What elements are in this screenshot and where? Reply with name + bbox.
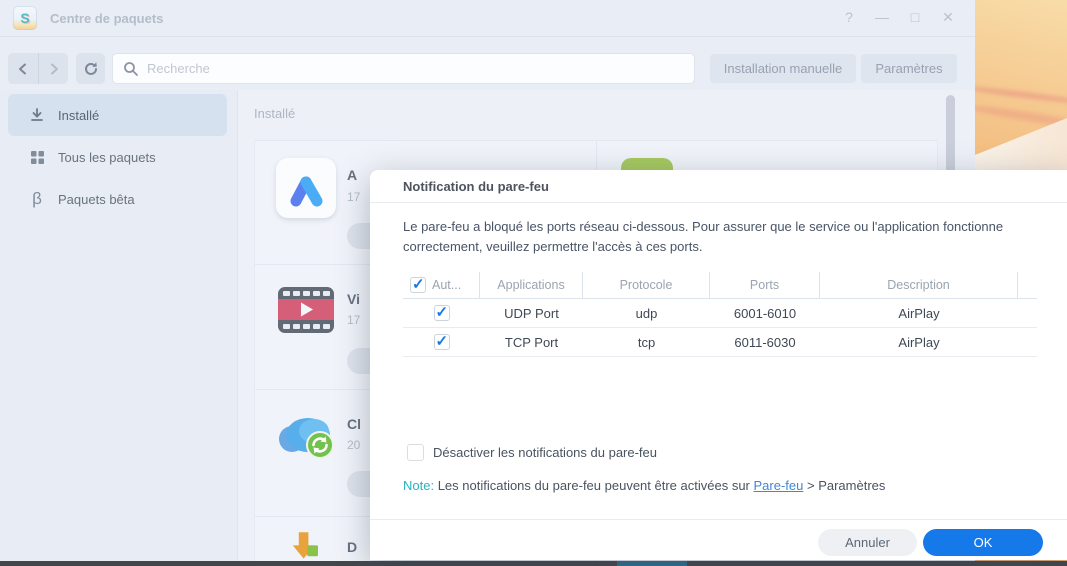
- cell-ports: 6011-6030: [734, 334, 796, 350]
- package-name: A: [347, 167, 358, 183]
- package-version: 20: [347, 438, 361, 452]
- select-all-checkbox[interactable]: [410, 275, 426, 293]
- sidebar-item-label: Tous les paquets: [58, 149, 156, 165]
- ok-button[interactable]: OK: [923, 529, 1043, 556]
- table-row[interactable]: UDP Port udp 6001-6010 AirPlay: [403, 299, 1037, 328]
- page-title: Installé: [254, 106, 296, 121]
- column-header-ports[interactable]: Ports: [710, 271, 820, 299]
- search-icon: [124, 61, 138, 76]
- firewall-ports-table: Aut... Applications Protocole Ports Desc…: [403, 271, 1037, 357]
- column-header-protocol[interactable]: Protocole: [583, 271, 710, 299]
- titlebar[interactable]: S Centre de paquets ? — □ ✕: [0, 0, 975, 37]
- cloud-sync-icon[interactable]: [274, 409, 338, 470]
- minimize-icon[interactable]: —: [875, 9, 889, 26]
- dialog-title: Notification du pare-feu: [403, 179, 549, 194]
- refresh-button[interactable]: [76, 53, 105, 84]
- note-text: Note: Les notifications du pare-feu peuv…: [403, 478, 885, 493]
- cell-description: AirPlay: [898, 305, 940, 321]
- taskbar[interactable]: [0, 561, 1067, 566]
- row-checkbox[interactable]: [433, 303, 450, 321]
- column-header-applications[interactable]: Applications: [480, 271, 583, 299]
- firewall-link[interactable]: Pare-feu: [754, 478, 804, 493]
- cell-application: UDP Port: [504, 305, 559, 321]
- package-version: 17: [347, 190, 361, 204]
- dialog-header[interactable]: Notification du pare-feu: [370, 170, 1067, 203]
- settings-button[interactable]: Paramètres: [861, 54, 957, 83]
- refresh-icon: [84, 61, 97, 75]
- dialog-footer: Annuler OK: [370, 519, 1067, 560]
- sidebar-item-installed[interactable]: Installé: [8, 94, 227, 136]
- grid-icon: [24, 150, 50, 165]
- package-name: Vi: [347, 291, 360, 307]
- sidebar-item-beta-packages[interactable]: β Paquets bêta: [8, 178, 227, 220]
- manual-install-button[interactable]: Installation manuelle: [710, 54, 856, 83]
- chevron-right-icon: [50, 63, 58, 74]
- download-icon: [24, 107, 50, 123]
- column-header-spacer: [1018, 272, 1037, 299]
- note-before-link: Les notifications du pare-feu peuvent êt…: [434, 478, 754, 493]
- disable-notifications-option: Désactiver les notifications du pare-feu: [407, 444, 657, 461]
- package-center-app-icon: S: [13, 6, 37, 30]
- cell-protocol: udp: [635, 305, 658, 321]
- taskbar-item[interactable]: [617, 561, 687, 566]
- row-checkbox[interactable]: [433, 332, 450, 350]
- toolbar: Installation manuelle Paramètres: [0, 38, 975, 90]
- video-station-icon[interactable]: [276, 283, 336, 344]
- window-title: Centre de paquets: [50, 11, 164, 26]
- package-name: D: [347, 539, 358, 555]
- sidebar-item-label: Installé: [58, 107, 100, 123]
- search-box: [112, 53, 695, 84]
- cancel-button[interactable]: Annuler: [818, 529, 917, 556]
- note-prefix: Note:: [403, 478, 435, 493]
- sidebar-item-label: Paquets bêta: [58, 191, 135, 207]
- firewall-notification-dialog: Notification du pare-feu Le pare-feu a b…: [370, 170, 1067, 560]
- sidebar: Installé Tous les paquets β Paquets bêta: [0, 90, 237, 566]
- dialog-body-text: Le pare-feu a bloqué les ports réseau ci…: [403, 219, 1004, 254]
- help-icon[interactable]: ?: [842, 9, 856, 26]
- wallpaper-streak: [975, 84, 1067, 106]
- sidebar-item-all-packages[interactable]: Tous les paquets: [8, 136, 227, 178]
- cell-description: AirPlay: [898, 334, 940, 350]
- triangle-app-icon[interactable]: [276, 158, 336, 218]
- search-input[interactable]: [147, 61, 667, 76]
- chevron-left-icon: [19, 63, 26, 74]
- table-header-row: Aut... Applications Protocole Ports Desc…: [403, 271, 1037, 299]
- cell-application: TCP Port: [504, 334, 559, 350]
- package-name: Cl: [347, 416, 361, 432]
- nav-button-group: [8, 53, 68, 84]
- disable-notifications-label: Désactiver les notifications du pare-feu: [433, 445, 658, 460]
- cell-protocol: tcp: [637, 334, 656, 350]
- disable-notifications-checkbox[interactable]: [407, 444, 424, 461]
- back-button[interactable]: [8, 53, 38, 84]
- maximize-icon[interactable]: □: [908, 9, 922, 26]
- close-icon[interactable]: ✕: [941, 9, 955, 26]
- column-header-description[interactable]: Description: [820, 271, 1018, 299]
- column-header-allow: Aut...: [432, 278, 462, 292]
- desktop: S Centre de paquets ? — □ ✕ Recherche In…: [0, 0, 1067, 566]
- note-after-link: > Paramètres: [803, 478, 886, 493]
- table-row[interactable]: TCP Port tcp 6011-6030 AirPlay: [403, 328, 1037, 357]
- beta-icon: β: [32, 189, 42, 208]
- package-version: 17: [347, 313, 361, 327]
- forward-button[interactable]: [38, 53, 68, 84]
- cell-ports: 6001-6010: [733, 305, 797, 321]
